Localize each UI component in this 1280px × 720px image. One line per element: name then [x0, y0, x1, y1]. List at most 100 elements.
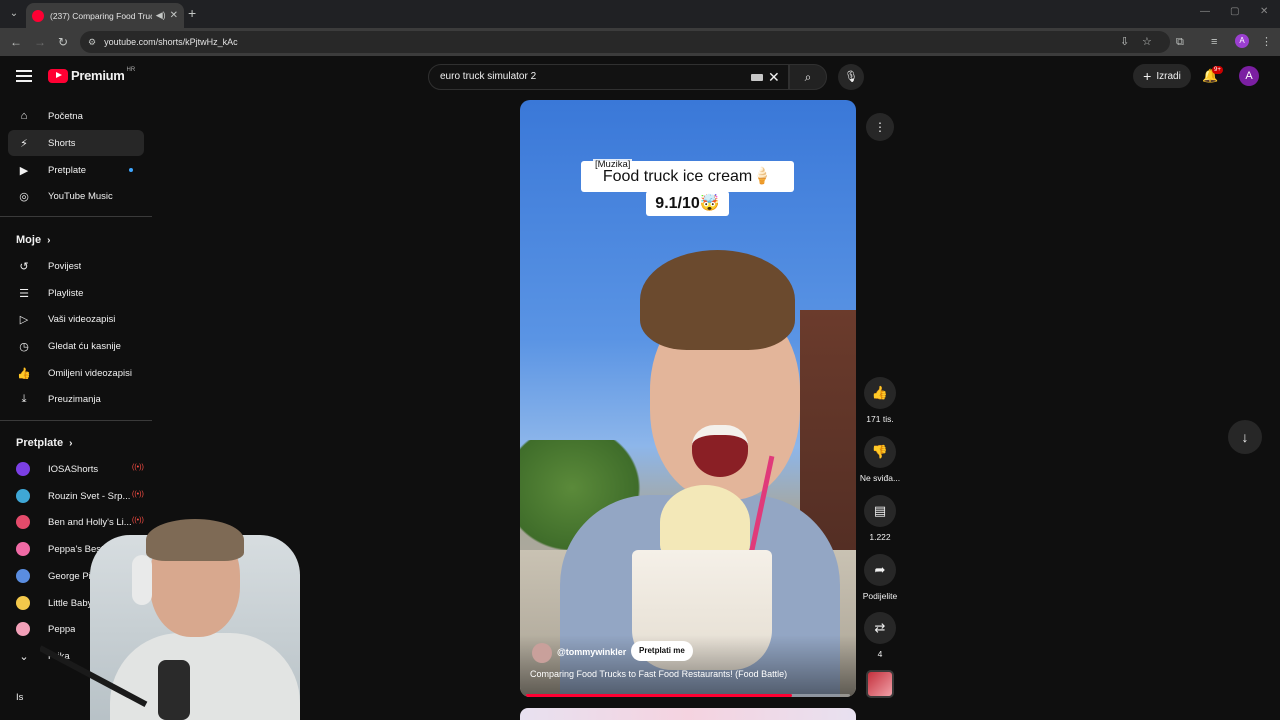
comment-icon: ▤ — [873, 503, 887, 518]
next-short-preview[interactable] — [520, 708, 856, 720]
channel-avatar — [16, 596, 30, 610]
bookmark-star-icon[interactable]: ☆ — [1142, 36, 1152, 48]
short-title[interactable]: Comparing Food Trucks to Fast Food Resta… — [530, 669, 787, 679]
youtube-play-icon — [48, 68, 68, 83]
minimize-icon[interactable]: — — [1200, 6, 1210, 17]
browser-profile-avatar[interactable]: A — [1235, 34, 1249, 48]
share-label: Podijelite — [862, 591, 898, 601]
shorts-icon: ⚡ — [20, 137, 28, 150]
channel-avatar[interactable] — [532, 643, 552, 663]
remix-count: 4 — [877, 649, 883, 659]
new-tab-icon[interactable]: + — [188, 6, 196, 20]
sidebar-item-shorts[interactable]: ⚡ Shorts — [8, 130, 144, 156]
arrow-down-icon: ↓ — [1241, 429, 1249, 445]
menu-icon[interactable] — [16, 70, 32, 82]
webcam-headset — [132, 555, 152, 605]
channel-handle[interactable]: @tommywinkler — [557, 647, 626, 657]
sidebar-you-heading[interactable]: Moje › — [16, 234, 50, 246]
sidebar-channel-rouzin[interactable]: Rouzin Svet - Srp... ((•)) — [8, 483, 144, 509]
more-options-icon[interactable]: ⋮ — [866, 113, 894, 141]
sidebar-item-playlists[interactable]: ☰ Playliste — [8, 280, 144, 306]
search-button[interactable]: ⌕ — [789, 64, 827, 90]
youtube-logo[interactable]: Premium HR — [48, 67, 135, 83]
next-short-button[interactable]: ↓ — [1228, 420, 1262, 454]
tab-close-icon[interactable]: ✕ — [170, 10, 178, 21]
remix-button[interactable]: ⇄ — [864, 612, 896, 644]
extensions-icon[interactable]: ⧉ — [1176, 36, 1184, 48]
screen: ⌄ (237) Comparing Food Truc ◀) ✕ + — ▢ ✕… — [0, 0, 1280, 720]
sidebar-item-subscriptions[interactable]: ▶ Pretplate — [8, 157, 144, 183]
logo-brand-text: Premium — [71, 68, 125, 83]
sidebar-item-label: Pretplate — [48, 164, 87, 176]
sidebar-item-label: Playliste — [48, 287, 84, 299]
forward-icon[interactable]: → — [34, 35, 46, 49]
liked-icon: 👍 — [17, 367, 31, 380]
browser-toolbar: ← → ↻ ⚙ youtube.com/shorts/kPjtwHz_kAc ⇩… — [0, 28, 1280, 56]
account-avatar[interactable]: A — [1239, 66, 1259, 86]
browser-tab-active[interactable]: (237) Comparing Food Truc ◀) ✕ — [26, 3, 184, 28]
channel-avatar — [16, 569, 30, 583]
browser-menu-icon[interactable]: ⋮ — [1261, 36, 1272, 48]
sidebar-item-downloads[interactable]: ⤓ Preuzimanja — [8, 386, 144, 412]
short-video-player[interactable]: Food truck ice cream🍦 9.1/10🤯 [Muzika] @… — [520, 100, 856, 697]
clear-search-icon[interactable]: ✕ — [768, 69, 780, 85]
reload-icon[interactable]: ↻ — [58, 35, 68, 49]
search-icon: ⌕ — [804, 70, 812, 84]
sidebar-channel-iosashorts[interactable]: IOSAShorts ((•)) — [8, 456, 144, 482]
notification-count-badge: 9+ — [1212, 66, 1223, 74]
sidebar-item-label: Is — [16, 691, 24, 703]
back-icon[interactable]: ← — [10, 35, 22, 49]
address-bar[interactable]: ⚙ youtube.com/shorts/kPjtwHz_kAc — [80, 31, 1170, 53]
channel-label: IOSAShorts — [48, 463, 99, 475]
sidebar-item-home[interactable]: ⌂ Početna — [8, 103, 144, 129]
watch-later-icon: ◷ — [19, 340, 29, 353]
search-query: euro truck simulator 2 — [440, 71, 537, 82]
voice-search-button[interactable]: 🎙 — [838, 64, 864, 90]
sidebar-item-label: Gledat ću kasnije — [48, 340, 121, 352]
subscriptions-icon: ▶ — [19, 164, 29, 177]
youtube-header: Premium HR euro truck simulator 2 ✕ ⌕ 🎙 … — [0, 56, 1280, 98]
like-button[interactable]: 👍 — [864, 377, 896, 409]
video-ice-cream — [660, 485, 750, 560]
video-progress-bar[interactable] — [526, 694, 850, 697]
channel-avatar — [16, 515, 30, 529]
share-icon: ➦ — [874, 562, 886, 577]
sidebar-item-label: Početna — [48, 110, 83, 122]
install-app-icon[interactable]: ⇩ — [1120, 36, 1129, 48]
video-person-mouth — [692, 425, 748, 477]
sound-thumbnail[interactable] — [866, 670, 894, 698]
mic-icon: 🎙 — [844, 71, 858, 83]
search-input[interactable]: euro truck simulator 2 ✕ — [428, 64, 789, 90]
window-close-icon[interactable]: ✕ — [1260, 6, 1268, 17]
channel-avatar — [16, 542, 30, 556]
sidebar-item-youtube-music[interactable]: ◎ YouTube Music — [8, 183, 144, 209]
tab-search-icon[interactable]: ⌄ — [6, 6, 22, 22]
sidebar-subscriptions-heading[interactable]: Pretplate › — [16, 437, 72, 449]
subscribe-button[interactable]: Pretplati me — [631, 641, 693, 661]
comments-button[interactable]: ▤ — [864, 495, 896, 527]
tab-audio-icon[interactable]: ◀) — [156, 10, 166, 21]
live-indicator-icon: ((•)) — [132, 464, 144, 471]
closed-caption-tag: [Muzika] — [593, 159, 633, 170]
sidebar-item-liked-videos[interactable]: 👍 Omiljeni videozapisi — [8, 360, 144, 386]
sidebar-divider — [0, 216, 152, 217]
sidebar-item-history[interactable]: ↺ Povijest — [8, 253, 144, 279]
share-button[interactable]: ➦ — [864, 554, 896, 586]
create-button[interactable]: + Izradi — [1133, 64, 1191, 88]
video-caption-line2: 9.1/10🤯 — [646, 191, 729, 216]
media-control-icon[interactable]: ≡ — [1211, 36, 1217, 48]
channel-avatar — [16, 462, 30, 476]
playlist-icon: ☰ — [19, 287, 29, 300]
keyboard-icon[interactable] — [751, 74, 763, 81]
site-info-icon[interactable]: ⚙ — [88, 37, 96, 48]
dislike-button[interactable]: 👎 — [864, 436, 896, 468]
webcam-overlay — [40, 515, 330, 720]
sidebar-item-watch-later[interactable]: ◷ Gledat ću kasnije — [8, 333, 144, 359]
sidebar-item-label: Omiljeni videozapisi — [48, 367, 132, 379]
sidebar-item-label: Povijest — [48, 260, 82, 272]
sidebar-item-your-videos[interactable]: ▷ Vaši videozapisi — [8, 306, 144, 332]
maximize-icon[interactable]: ▢ — [1230, 6, 1239, 17]
your-videos-icon: ▷ — [19, 313, 29, 326]
history-icon: ↺ — [19, 260, 29, 273]
tab-title: (237) Comparing Food Truc — [50, 10, 152, 21]
